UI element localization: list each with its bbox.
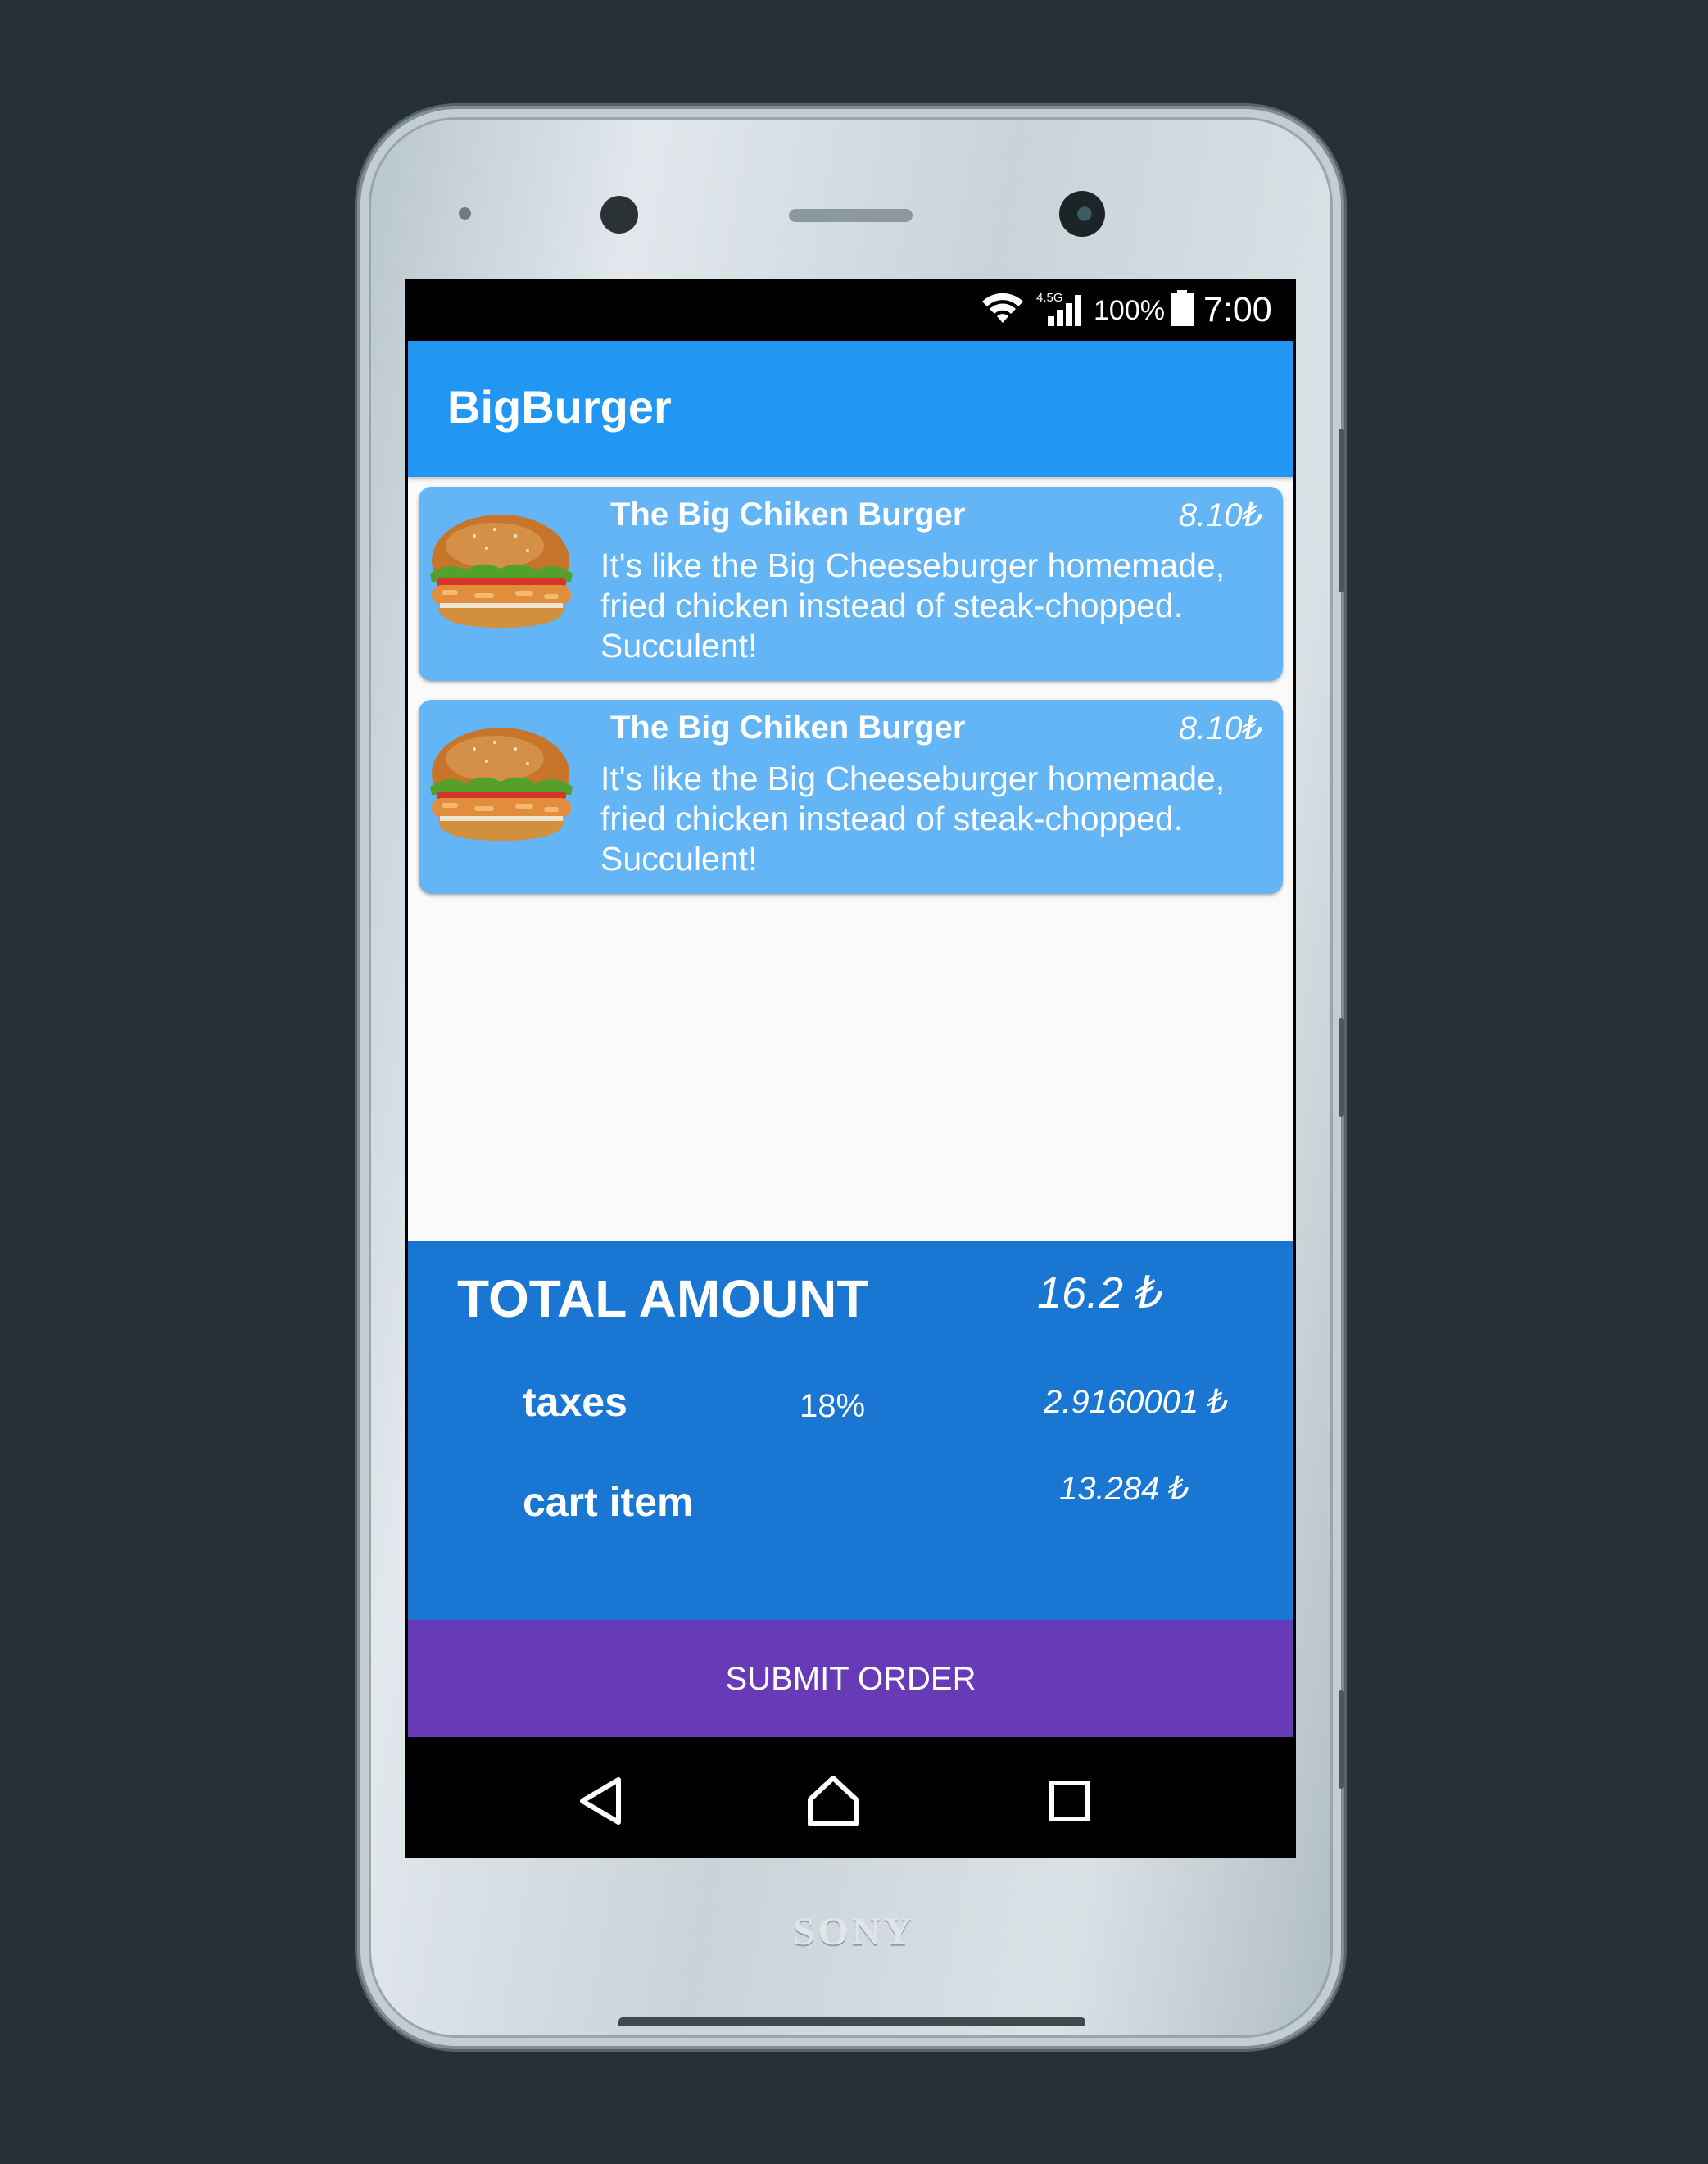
proximity-sensor bbox=[459, 207, 471, 220]
item-description: It's like the Big Cheeseburger homemade,… bbox=[600, 760, 1226, 878]
navigation-bar bbox=[405, 1737, 1296, 1858]
volume-button bbox=[1339, 429, 1344, 592]
cart-item-label: cart item bbox=[523, 1479, 694, 1525]
burger-image bbox=[430, 728, 573, 841]
burger-image bbox=[430, 515, 573, 628]
taxes-rate: 18% bbox=[800, 1388, 866, 1424]
battery-percentage: 100% bbox=[1094, 295, 1165, 326]
submit-order-label: SUBMIT ORDER bbox=[725, 1661, 976, 1697]
clock: 7:00 bbox=[1203, 290, 1272, 329]
front-camera bbox=[1059, 191, 1105, 237]
total-amount-label: TOTAL AMOUNT bbox=[457, 1269, 869, 1328]
back-icon[interactable] bbox=[569, 1768, 635, 1834]
total-amount-value: 16.2 ₺ bbox=[1037, 1268, 1164, 1318]
app-bar: BigBurger bbox=[408, 341, 1293, 477]
battery-icon bbox=[1171, 290, 1194, 326]
taxes-label: taxes bbox=[523, 1379, 627, 1425]
status-bar: 4.5G 100% 7:00 bbox=[405, 279, 1296, 341]
cart-item-card[interactable]: The Big Chiken Burger 8.10₺ It's like th… bbox=[419, 700, 1283, 894]
taxes-value: 2.9160001 ₺ bbox=[1044, 1384, 1229, 1420]
front-sensor bbox=[600, 196, 638, 234]
cart-item-card[interactable]: The Big Chiken Burger 8.10₺ It's like th… bbox=[419, 487, 1283, 681]
power-button bbox=[1339, 1018, 1344, 1117]
camera-button bbox=[1339, 1690, 1344, 1789]
item-description: It's like the Big Cheeseburger homemade,… bbox=[600, 547, 1226, 665]
earpiece-speaker bbox=[789, 209, 913, 222]
item-price: 8.10₺ bbox=[1178, 710, 1263, 746]
item-title: The Big Chiken Burger bbox=[610, 497, 966, 533]
cart-list[interactable]: The Big Chiken Burger 8.10₺ It's like th… bbox=[408, 477, 1293, 1241]
screen: 4.5G 100% 7:00 BigBurger The Big Chiken … bbox=[405, 279, 1296, 1858]
svg-text:4.5G: 4.5G bbox=[1036, 291, 1063, 305]
submit-order-button[interactable]: SUBMIT ORDER bbox=[408, 1620, 1293, 1737]
brand-logo: SONY bbox=[792, 1910, 916, 1953]
home-icon[interactable] bbox=[800, 1768, 866, 1834]
item-price: 8.10₺ bbox=[1178, 497, 1263, 533]
order-summary: TOTAL AMOUNT 16.2 ₺ taxes 18% 2.9160001 … bbox=[408, 1241, 1293, 1620]
item-title: The Big Chiken Burger bbox=[610, 710, 966, 746]
wifi-icon bbox=[982, 293, 1023, 323]
recents-icon[interactable] bbox=[1037, 1768, 1103, 1834]
bottom-edge bbox=[618, 2017, 1085, 2026]
signal-icon: 4.5G bbox=[1036, 291, 1081, 326]
cart-item-value: 13.284 ₺ bbox=[1059, 1471, 1189, 1507]
app-title: BigBurger bbox=[447, 381, 672, 433]
